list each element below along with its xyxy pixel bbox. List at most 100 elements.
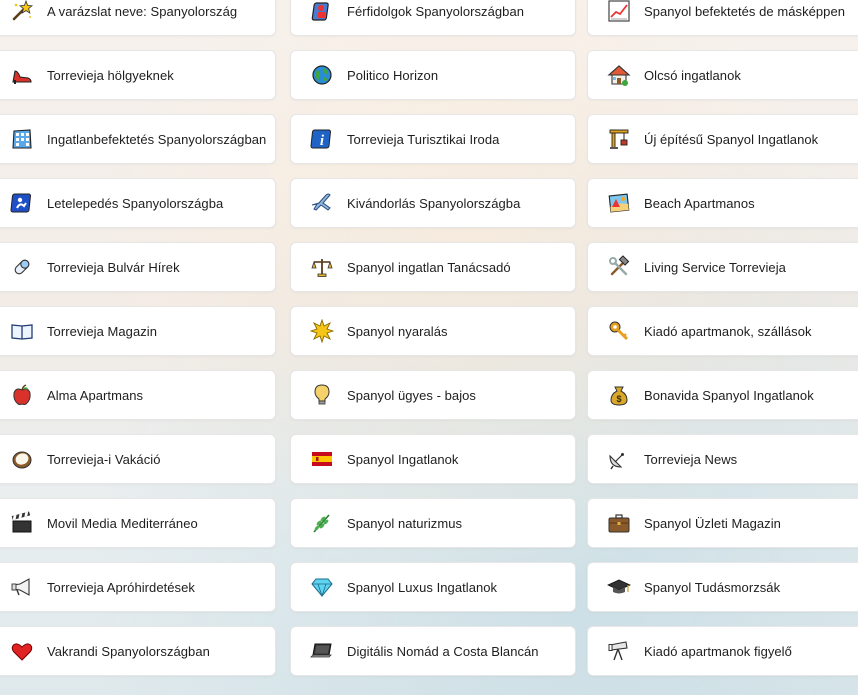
link-card[interactable]: Vakrandi Spanyolországban xyxy=(0,626,276,676)
link-label: A varázslat neve: Spanyolország xyxy=(47,3,238,19)
chart-increasing-icon xyxy=(606,0,632,24)
satellite-dish-icon xyxy=(606,446,632,472)
globe-icon xyxy=(309,62,335,88)
information-icon: i xyxy=(309,126,335,152)
link-label: Spanyol Luxus Ingatlanok xyxy=(347,579,498,595)
link-card[interactable]: Torrevieja Bulvár Hírek xyxy=(0,242,276,292)
herb-icon xyxy=(309,510,335,536)
link-label: Kivándorlás Spanyolországba xyxy=(347,195,521,211)
beach-picture-icon xyxy=(606,190,632,216)
link-card[interactable]: i Torrevieja Turisztikai Iroda xyxy=(290,114,576,164)
link-card[interactable]: Living Service Torrevieja xyxy=(587,242,858,292)
link-card[interactable]: Politico Horizon xyxy=(290,50,576,100)
spain-flag-icon xyxy=(309,446,335,472)
link-label: Kiadó apartmanok, szállások xyxy=(644,323,812,339)
clapper-board-icon xyxy=(9,510,35,536)
link-label: Spanyol naturizmus xyxy=(347,515,463,531)
link-card[interactable]: Spanyol Ingatlanok xyxy=(290,434,576,484)
link-label: Torrevieja Magazin xyxy=(47,323,158,339)
link-label: Ingatlanbefektetés Spanyolországban xyxy=(47,131,267,147)
link-label: Spanyol Tudásmorzsák xyxy=(644,579,781,595)
link-card[interactable]: Spanyol Üzleti Magazin xyxy=(587,498,858,548)
briefcase-icon xyxy=(606,510,632,536)
link-label: Spanyol ingatlan Tanácsadó xyxy=(347,259,511,275)
link-label: Alma Apartmans xyxy=(47,387,144,403)
link-card[interactable]: Torrevieja Magazin xyxy=(0,306,276,356)
link-card[interactable]: Új építésű Spanyol Ingatlanok xyxy=(587,114,858,164)
link-label: Bonavida Spanyol Ingatlanok xyxy=(644,387,814,403)
light-bulb-icon xyxy=(309,382,335,408)
airplane-icon xyxy=(309,190,335,216)
passport-control-icon xyxy=(9,190,35,216)
link-card[interactable]: Torrevieja hölgyeknek xyxy=(0,50,276,100)
megaphone-icon xyxy=(9,574,35,600)
link-label: Új építésű Spanyol Ingatlanok xyxy=(644,131,819,147)
link-card[interactable]: Spanyol Luxus Ingatlanok xyxy=(290,562,576,612)
link-label: Torrevieja Apróhirdetések xyxy=(47,579,195,595)
link-label: Spanyol ügyes - bajos xyxy=(347,387,476,403)
link-label: Movil Media Mediterráneo xyxy=(47,515,198,531)
link-card[interactable]: Spanyol ügyes - bajos xyxy=(290,370,576,420)
svg-text:$: $ xyxy=(616,394,621,404)
link-card[interactable]: Olcsó ingatlanok xyxy=(587,50,858,100)
link-card[interactable]: A varázslat neve: Spanyolország xyxy=(0,0,276,36)
link-label: Spanyol Ingatlanok xyxy=(347,451,459,467)
hammer-wrench-icon xyxy=(606,254,632,280)
link-card[interactable]: Spanyol nyaralás xyxy=(290,306,576,356)
money-bag-icon: $ xyxy=(606,382,632,408)
link-card[interactable]: Digitális Nomád a Costa Blancán xyxy=(290,626,576,676)
link-card[interactable]: Kivándorlás Spanyolországba xyxy=(290,178,576,228)
link-card[interactable]: Torrevieja Apróhirdetések xyxy=(0,562,276,612)
link-card[interactable]: Kiadó apartmanok figyelő xyxy=(587,626,858,676)
link-label: Spanyol Üzleti Magazin xyxy=(644,515,781,531)
link-card[interactable]: Ingatlanbefektetés Spanyolországban xyxy=(0,114,276,164)
link-label: Kiadó apartmanok figyelő xyxy=(644,643,792,659)
office-building-icon xyxy=(9,126,35,152)
link-label: Vakrandi Spanyolországban xyxy=(47,643,210,659)
link-card[interactable]: Kiadó apartmanok, szállások xyxy=(587,306,858,356)
red-apple-icon xyxy=(9,382,35,408)
link-card[interactable]: Alma Apartmans xyxy=(0,370,276,420)
sun-icon xyxy=(309,318,335,344)
link-label: Living Service Torrevieja xyxy=(644,259,786,275)
link-card[interactable]: Férfidolgok Spanyolországban xyxy=(290,0,576,36)
link-label: Digitális Nomád a Costa Blancán xyxy=(347,643,539,659)
pill-icon xyxy=(9,254,35,280)
link-card[interactable]: Beach Apartmanos xyxy=(587,178,858,228)
magic-wand-icon xyxy=(9,0,35,24)
coconut-icon xyxy=(9,446,35,472)
man-icon xyxy=(309,0,335,24)
laptop-icon xyxy=(309,638,335,664)
link-card[interactable]: Movil Media Mediterráneo xyxy=(0,498,276,548)
link-label: Torrevieja Bulvár Hírek xyxy=(47,259,180,275)
link-card[interactable]: Torrevieja News xyxy=(587,434,858,484)
balance-scale-icon xyxy=(309,254,335,280)
link-card[interactable]: Letelepedés Spanyolországba xyxy=(0,178,276,228)
open-book-icon xyxy=(9,318,35,344)
gem-stone-icon xyxy=(309,574,335,600)
construction-crane-icon xyxy=(606,126,632,152)
link-label: Spanyol befektetés de másképpen xyxy=(644,3,846,19)
link-card[interactable]: Spanyol befektetés de másképpen xyxy=(587,0,858,36)
link-label: Politico Horizon xyxy=(347,67,439,83)
house-icon xyxy=(606,62,632,88)
link-label: Torrevieja-i Vakáció xyxy=(47,451,161,467)
red-heart-icon xyxy=(9,638,35,664)
link-card[interactable]: Spanyol Tudásmorzsák xyxy=(587,562,858,612)
link-card[interactable]: Torrevieja-i Vakáció xyxy=(0,434,276,484)
link-label: Torrevieja Turisztikai Iroda xyxy=(347,131,500,147)
link-card[interactable]: Spanyol ingatlan Tanácsadó xyxy=(290,242,576,292)
link-label: Spanyol nyaralás xyxy=(347,323,448,339)
link-label: Torrevieja News xyxy=(644,451,738,467)
high-heel-icon xyxy=(9,62,35,88)
link-card[interactable]: $ Bonavida Spanyol Ingatlanok xyxy=(587,370,858,420)
link-label: Férfidolgok Spanyolországban xyxy=(347,3,525,19)
link-label: Olcsó ingatlanok xyxy=(644,67,741,83)
telescope-icon xyxy=(606,638,632,664)
graduation-cap-icon xyxy=(606,574,632,600)
link-label: Letelepedés Spanyolországba xyxy=(47,195,224,211)
link-label: Torrevieja hölgyeknek xyxy=(47,67,174,83)
link-label: Beach Apartmanos xyxy=(644,195,755,211)
link-card[interactable]: Spanyol naturizmus xyxy=(290,498,576,548)
key-icon xyxy=(606,318,632,344)
